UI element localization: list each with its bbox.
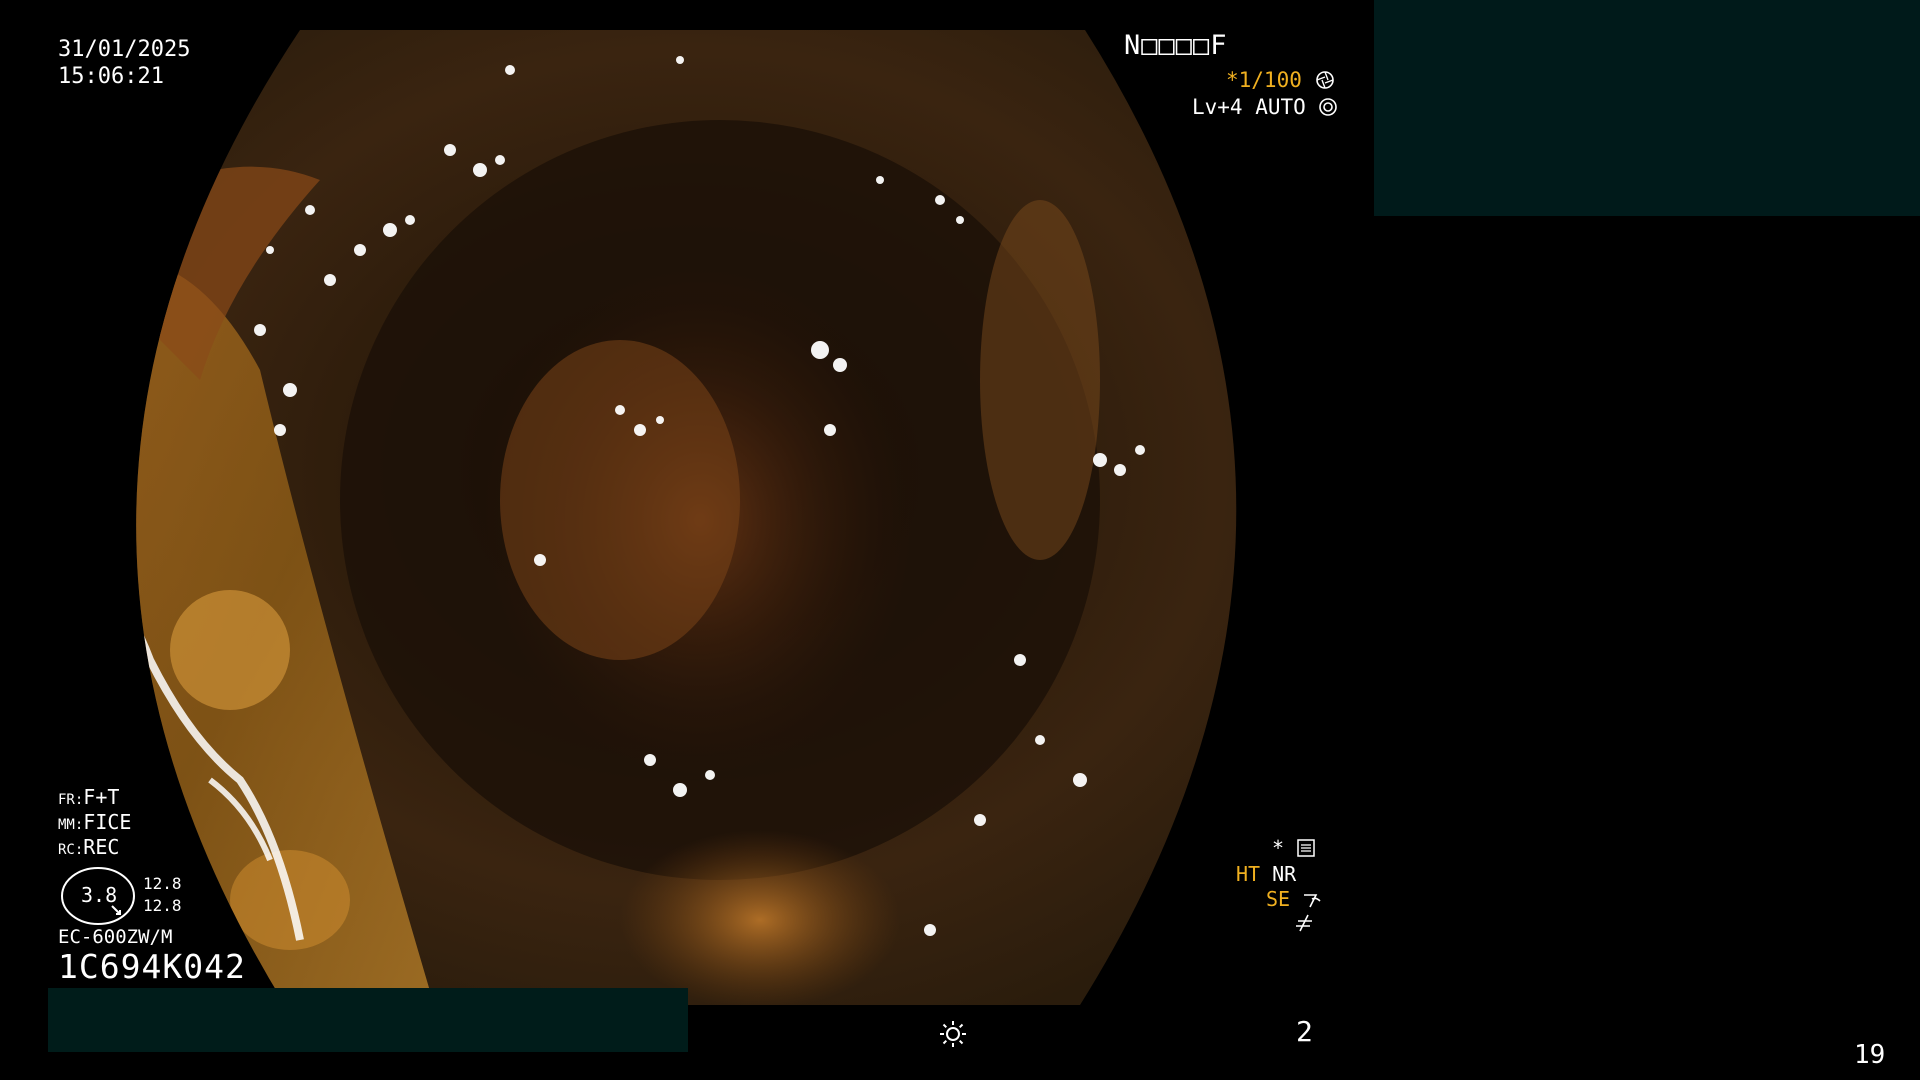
- enhancement-row: *: [1272, 838, 1316, 861]
- star-marker: *: [1272, 836, 1285, 860]
- privacy-mask-bottom-left: [48, 988, 688, 1052]
- privacy-mask-top-right: [1374, 0, 1920, 216]
- zoom-value: 3.8: [81, 883, 118, 907]
- nr-label: NR: [1272, 862, 1297, 886]
- endoscope-view: [60, 20, 1320, 1025]
- datetime: 31/01/2025 15:06:21: [58, 36, 190, 90]
- auto-mode: AUTO: [1255, 95, 1306, 119]
- se-row: SE: [1266, 889, 1322, 912]
- page-number: 19: [1854, 1040, 1886, 1070]
- ht-label: HT: [1236, 862, 1261, 886]
- shutter-speed: *1/100: [1226, 68, 1302, 92]
- zoom-range-a: 12.8: [143, 874, 182, 893]
- shutter-row: *1/100: [1226, 70, 1335, 94]
- endoscope-image: [136, 30, 1237, 1005]
- aperture-icon: [1315, 70, 1335, 94]
- level-row: Lv+4 AUTO: [1192, 97, 1338, 121]
- ns-row: [1294, 913, 1314, 936]
- brightness-level: Lv+4: [1192, 95, 1243, 119]
- rc-value: REC: [83, 835, 120, 859]
- mm-row: MM:FICE: [58, 810, 132, 834]
- ht-nr-row: HT NR: [1236, 864, 1296, 884]
- time: 15:06:21: [58, 64, 164, 89]
- frame-number: 2: [1296, 1015, 1313, 1048]
- scope-serial: 1C694K042: [58, 947, 246, 986]
- fr-row: FR:F+T: [58, 785, 120, 809]
- zoom-range-b: 12.8: [143, 896, 182, 915]
- noise-suppress-icon: [1294, 913, 1314, 936]
- settings-panel-icon: [1296, 838, 1316, 861]
- mm-label: MM: [58, 817, 75, 833]
- mm-value: FICE: [83, 810, 132, 834]
- rc-row: RC:REC: [58, 835, 120, 859]
- se-label: SE: [1266, 887, 1291, 911]
- structure-enhance-icon: [1302, 889, 1322, 912]
- fr-value: F+T: [83, 785, 120, 809]
- light-source-icon: [938, 1019, 968, 1049]
- iris-icon: [1318, 97, 1338, 121]
- fr-label: FR: [58, 792, 75, 808]
- scope-model: EC-600ZW/M: [58, 926, 173, 948]
- date: 31/01/2025: [58, 37, 191, 62]
- patient-code: N□□□□F: [1124, 30, 1228, 61]
- rc-label: RC: [58, 842, 75, 858]
